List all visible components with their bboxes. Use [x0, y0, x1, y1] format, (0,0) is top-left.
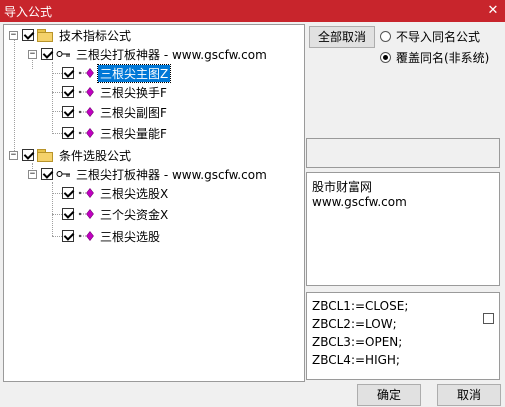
radio-label: 覆盖同名(非系统) [396, 51, 490, 65]
tree-node-formula[interactable]: 三根尖副图F [62, 103, 169, 121]
tree-node-group[interactable]: − 三根尖打板神器 - www.gscfw.com [28, 45, 269, 63]
tree-node-label: 三根尖打板神器 - www.gscfw.com [76, 47, 267, 62]
node-checkbox[interactable] [62, 106, 74, 118]
radio-circle[interactable] [380, 52, 391, 63]
key-icon [56, 171, 70, 177]
tree-node-formula[interactable]: 三个尖资金X [62, 205, 170, 223]
key-icon [56, 51, 70, 57]
radio-label: 不导入同名公式 [396, 30, 481, 44]
tree-line [14, 39, 15, 159]
formula-icon [78, 188, 94, 198]
code-line: ZBCL2:=LOW; [312, 317, 397, 331]
folder-icon [37, 149, 53, 162]
tree-node-label: 三根尖换手F [100, 85, 167, 100]
tree-node-label: 三根尖选股X [100, 186, 169, 201]
formula-icon [78, 128, 94, 138]
code-line: ZBCL1:=CLOSE; [312, 299, 409, 313]
node-checkbox[interactable] [62, 187, 74, 199]
tree-node-formula[interactable]: 三根尖选股 [62, 227, 162, 245]
description-line: www.gscfw.com [312, 195, 407, 209]
node-checkbox[interactable] [41, 48, 53, 60]
node-checkbox[interactable] [62, 67, 74, 79]
node-checkbox[interactable] [41, 168, 53, 180]
code-line: ZBCL3:=OPEN; [312, 335, 403, 349]
formula-icon [78, 231, 94, 241]
formula-icon [78, 107, 94, 117]
description-line: 股市财富网 [312, 180, 373, 194]
tree-node-folder[interactable]: − 条件选股公式 [9, 146, 133, 164]
collapse-toggle[interactable]: − [28, 49, 37, 59]
tree-node-label: 三根尖选股 [100, 229, 161, 244]
folder-icon [37, 29, 53, 42]
close-icon[interactable]: ✕ [485, 3, 501, 18]
code-line: ZBCL4:=HIGH; [312, 353, 400, 367]
node-checkbox[interactable] [62, 86, 74, 98]
formula-icon [78, 209, 94, 219]
info-panel [306, 138, 500, 168]
tree-node-formula[interactable]: 三根尖选股X [62, 184, 170, 202]
tree-node-label: 条件选股公式 [59, 148, 132, 163]
collapse-toggle[interactable]: − [9, 30, 18, 40]
tree-node-folder[interactable]: − 技术指标公式 [9, 26, 133, 44]
description-box: 股市财富网 www.gscfw.com [306, 172, 500, 286]
radio-skip-duplicates[interactable]: 不导入同名公式 [380, 28, 480, 45]
ok-button[interactable]: 确定 [357, 384, 421, 406]
node-checkbox[interactable] [62, 208, 74, 220]
node-checkbox[interactable] [22, 29, 34, 41]
tree-node-label: 三根尖副图F [100, 105, 167, 120]
tree-node-label: 三个尖资金X [100, 207, 169, 222]
window-title: 导入公式 [4, 5, 53, 19]
formula-icon [78, 68, 94, 78]
tree-node-group[interactable]: − 三根尖打板神器 - www.gscfw.com [28, 165, 269, 183]
radio-overwrite-duplicates[interactable]: 覆盖同名(非系统) [380, 49, 489, 66]
code-checkbox[interactable] [483, 313, 494, 324]
deselect-all-button[interactable]: 全部取消 [309, 26, 375, 48]
node-checkbox[interactable] [62, 127, 74, 139]
collapse-toggle[interactable]: − [28, 169, 37, 179]
formula-code-box[interactable]: ZBCL1:=CLOSE; ZBCL2:=LOW; ZBCL3:=OPEN; Z… [306, 292, 500, 380]
tree-node-formula[interactable]: 三根尖量能F [62, 124, 169, 142]
tree-node-label: 三根尖量能F [100, 126, 167, 141]
formula-icon [78, 87, 94, 97]
tree-node-formula[interactable]: 三根尖换手F [62, 83, 169, 101]
cancel-button[interactable]: 取消 [437, 384, 501, 406]
node-checkbox[interactable] [62, 230, 74, 242]
radio-circle[interactable] [380, 31, 391, 42]
title-bar: 导入公式 ✕ [0, 0, 505, 22]
tree-node-label: 三根尖打板神器 - www.gscfw.com [76, 167, 267, 182]
tree-node-formula[interactable]: 三根尖主图Z [62, 63, 172, 83]
formula-tree[interactable]: − 技术指标公式 − 三根尖打板神器 - www.gscfw.com 三根尖主图… [3, 24, 305, 382]
tree-node-label: 技术指标公式 [59, 28, 132, 43]
collapse-toggle[interactable]: − [9, 150, 18, 160]
tree-line [52, 182, 53, 236]
node-checkbox[interactable] [22, 149, 34, 161]
tree-node-label: 三根尖主图Z [96, 63, 172, 83]
